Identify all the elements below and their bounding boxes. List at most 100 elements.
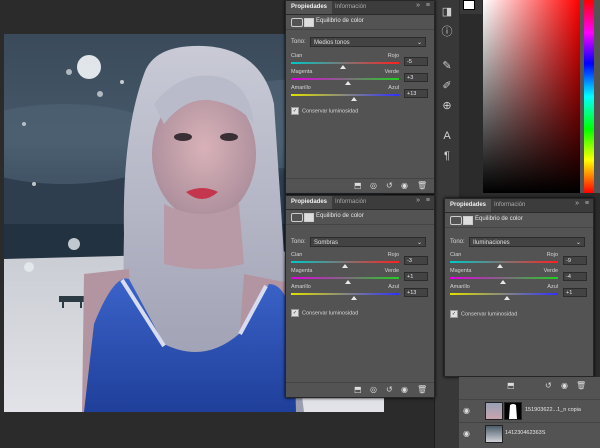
slider-thumb[interactable] <box>497 264 503 268</box>
slider-value[interactable]: +13 <box>404 288 428 297</box>
clip-to-layer-icon[interactable]: ⬒ <box>354 385 362 394</box>
slider-thumb[interactable] <box>345 280 351 284</box>
preserve-luminosity-checkbox[interactable]: ✓ Conservar luminosidad <box>450 310 517 318</box>
slider-track[interactable] <box>291 94 399 96</box>
reset-icon[interactable]: ↺ <box>545 381 552 390</box>
trash-icon[interactable]: 🗑 <box>417 385 427 394</box>
slider-thumb[interactable] <box>351 97 357 101</box>
preserve-luminosity-checkbox[interactable]: ✓ Conservar luminosidad <box>291 107 358 115</box>
tone-select[interactable]: Iluminaciones ⌄ <box>469 237 585 247</box>
panel-menu-icon[interactable]: ≡ <box>426 2 430 9</box>
brush-presets-icon[interactable]: ✐ <box>439 78 455 94</box>
slider-value[interactable]: +3 <box>404 73 428 82</box>
visibility-eye-icon[interactable]: ◉ <box>401 385 408 394</box>
mask-icon[interactable] <box>304 18 314 27</box>
layer-row[interactable]: ◉ 141230462363S <box>459 422 600 445</box>
slider-track[interactable] <box>450 277 558 279</box>
slider-left-label: Magenta <box>291 268 313 274</box>
adjustment-icon <box>291 213 303 222</box>
preserve-luminosity-label: Conservar luminosidad <box>461 311 518 318</box>
slider-track[interactable] <box>291 277 399 279</box>
mask-icon[interactable] <box>463 216 473 225</box>
trash-icon[interactable]: 🗑 <box>417 181 427 190</box>
layers-footer-icons: ⬒ ↺ ◉ 🗑 <box>459 377 600 397</box>
layer-visibility-eye-icon[interactable]: ◉ <box>463 406 470 415</box>
slider-track[interactable] <box>291 78 399 80</box>
paragraph-icon[interactable]: ¶ <box>439 148 455 164</box>
history-icon[interactable]: ◨ <box>439 4 455 20</box>
preserve-luminosity-checkbox[interactable]: ✓ Conservar luminosidad <box>291 309 358 317</box>
slider-value[interactable]: -4 <box>563 272 587 281</box>
clip-to-layer-icon[interactable]: ⬒ <box>354 181 362 190</box>
collapse-icon[interactable]: » <box>416 197 420 204</box>
slider-value[interactable]: +1 <box>404 272 428 281</box>
slider-left-label: Cian <box>291 252 303 258</box>
slider-track[interactable] <box>291 62 399 64</box>
tone-select[interactable]: Sombras ⌄ <box>310 237 426 247</box>
slider-thumb[interactable] <box>500 280 506 284</box>
adjustment-header: Equilibrio de color <box>445 213 593 228</box>
panel-menu-icon[interactable]: ≡ <box>585 200 589 207</box>
clone-source-icon[interactable]: ⊕ <box>439 98 455 114</box>
slider-thumb[interactable] <box>345 81 351 85</box>
tab-properties[interactable]: Propiedades <box>445 199 492 212</box>
reset-icon[interactable]: ↺ <box>386 181 393 190</box>
slider-left-label: Magenta <box>291 69 313 75</box>
adjustment-icon <box>291 18 303 27</box>
adjustment-title: Equilibrio de color <box>316 213 364 219</box>
tab-info[interactable]: Información <box>489 199 530 212</box>
visibility-eye-icon[interactable]: ◉ <box>561 381 568 390</box>
tone-label: Tono: <box>291 39 306 45</box>
layer-mask-thumbnail[interactable] <box>504 402 522 420</box>
foreground-color-swatch[interactable] <box>463 0 475 10</box>
view-previous-icon[interactable]: ◎ <box>370 181 377 190</box>
panel-tabs: Propiedades Información » ≡ <box>286 196 434 210</box>
checkbox-check-icon[interactable]: ✓ <box>291 309 299 317</box>
slider-right-label: Azul <box>388 284 399 290</box>
layer-row[interactable]: ◉ 151903622...1_n copia <box>459 399 600 422</box>
slider-left-label: Magenta <box>450 268 472 274</box>
trash-icon[interactable]: 🗑 <box>576 381 586 390</box>
slider-value[interactable]: +1 <box>563 288 587 297</box>
slider-value[interactable]: -5 <box>404 57 428 66</box>
layer-thumbnail <box>485 402 503 420</box>
slider-right-label: Verde <box>543 268 558 274</box>
view-previous-icon[interactable]: ◎ <box>370 385 377 394</box>
tab-info[interactable]: Información <box>330 196 371 209</box>
collapse-icon[interactable]: » <box>416 2 420 9</box>
brush-icon[interactable]: ✎ <box>439 58 455 74</box>
layer-name: 151903622...1_n copia <box>525 407 581 413</box>
checkbox-check-icon[interactable]: ✓ <box>291 107 299 115</box>
preserve-luminosity-label: Conservar luminosidad <box>302 310 359 317</box>
checkbox-check-icon[interactable]: ✓ <box>450 310 458 318</box>
tone-select[interactable]: Medios tonos ⌄ <box>310 37 426 47</box>
slider-value[interactable]: -9 <box>563 256 587 265</box>
slider-track[interactable] <box>450 293 558 295</box>
panel-tabs: Propiedades Información » ≡ <box>286 1 434 15</box>
adjustment-icon <box>450 216 462 225</box>
collapse-icon[interactable]: » <box>575 200 579 207</box>
layer-visibility-eye-icon[interactable]: ◉ <box>463 429 470 438</box>
visibility-eye-icon[interactable]: ◉ <box>401 181 408 190</box>
slider-track[interactable] <box>291 261 399 263</box>
slider-thumb[interactable] <box>351 296 357 300</box>
reset-icon[interactable]: ↺ <box>386 385 393 394</box>
tab-properties[interactable]: Propiedades <box>286 196 333 209</box>
slider-track[interactable] <box>291 293 399 295</box>
slider-value[interactable]: -3 <box>404 256 428 265</box>
slider-thumb[interactable] <box>504 296 510 300</box>
character-icon[interactable]: A <box>439 128 455 144</box>
color-picker-field[interactable] <box>483 0 580 193</box>
slider-thumb[interactable] <box>342 264 348 268</box>
panel-menu-icon[interactable]: ≡ <box>426 197 430 204</box>
slider-thumb[interactable] <box>340 65 346 69</box>
tab-info[interactable]: Información <box>330 1 371 14</box>
clip-to-layer-icon[interactable]: ⬒ <box>507 381 515 390</box>
tab-properties[interactable]: Propiedades <box>286 1 333 14</box>
slider-value[interactable]: +13 <box>404 89 428 98</box>
hue-slider[interactable] <box>584 0 594 193</box>
slider-track[interactable] <box>450 261 558 263</box>
mask-icon[interactable] <box>304 213 314 222</box>
slider-right-label: Rojo <box>387 53 399 59</box>
info-icon[interactable]: ⓘ <box>439 24 455 40</box>
